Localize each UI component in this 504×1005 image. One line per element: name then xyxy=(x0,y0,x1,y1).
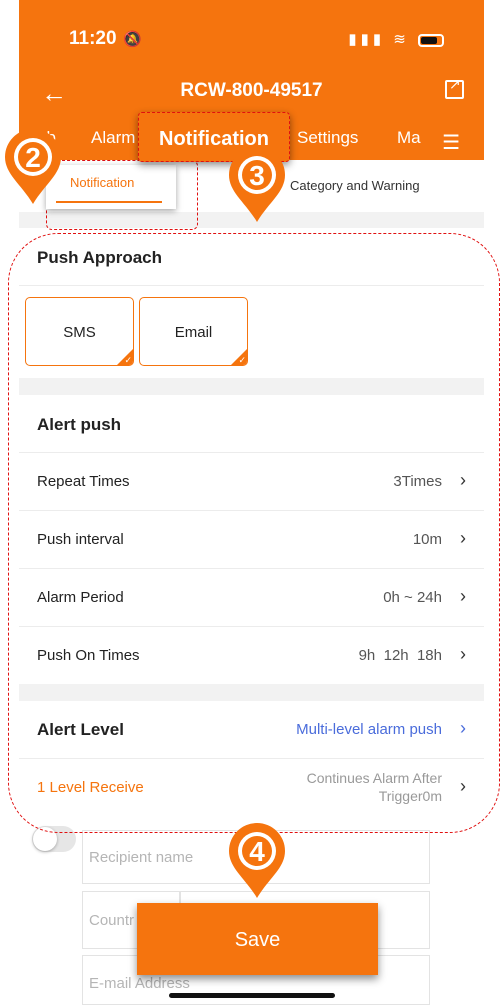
push-on-times-row[interactable]: Push On Times 9h 12h 18h › xyxy=(19,627,484,684)
level-receive-label: 1 Level Receive xyxy=(37,779,144,796)
repeat-times-value: 3Times xyxy=(393,473,442,490)
section-gap xyxy=(19,684,484,701)
alarm-period-value: 0h ~ 24h xyxy=(383,589,442,606)
step-marker-2: 2 xyxy=(3,128,63,206)
multi-level-alarm-link[interactable]: Multi-level alarm push xyxy=(296,721,442,738)
step-marker-3: 3 xyxy=(227,146,287,224)
mute-bell-icon: 🔕 xyxy=(123,31,142,48)
sms-option-label: SMS xyxy=(63,324,96,341)
chevron-right-icon: › xyxy=(460,776,466,796)
tab-settings[interactable]: Settings xyxy=(297,128,358,148)
level-receive-value: Continues Alarm After Trigger0m xyxy=(306,770,442,804)
check-icon: ✓ xyxy=(124,355,132,365)
step-marker-3-label: 3 xyxy=(249,160,265,191)
push-approach-title: Push Approach xyxy=(37,248,162,267)
share-icon[interactable] xyxy=(445,76,464,99)
step-marker-4-label: 4 xyxy=(249,836,265,867)
step-marker-2-label: 2 xyxy=(25,142,41,173)
alarm-period-label: Alarm Period xyxy=(37,589,124,606)
chevron-right-icon: › xyxy=(460,528,466,548)
home-indicator xyxy=(169,993,335,998)
signal-wifi-battery-icons: ▮▮▮ ≋ xyxy=(348,30,444,48)
save-button[interactable]: Save xyxy=(137,903,378,975)
chevron-right-icon: › xyxy=(460,586,466,606)
sms-option-button[interactable]: SMS ✓ xyxy=(25,297,134,366)
email-option-button[interactable]: Email ✓ xyxy=(139,297,248,366)
chevron-right-icon: › xyxy=(460,718,466,738)
step-marker-4: 4 xyxy=(227,822,287,900)
email-option-label: Email xyxy=(174,324,213,341)
alert-push-title: Alert push xyxy=(37,415,122,434)
subtab-category-warning[interactable]: Category and Warning xyxy=(290,178,420,193)
push-on-times-label: Push On Times xyxy=(37,647,140,664)
page-title: RCW-800-49517 xyxy=(180,80,323,101)
receive-toggle[interactable] xyxy=(32,826,76,852)
divider xyxy=(19,285,484,286)
alert-level-title: Alert Level xyxy=(37,720,124,739)
push-interval-value: 10m xyxy=(412,531,442,548)
subtab-notification[interactable]: Notification xyxy=(46,165,176,209)
repeat-times-label: Repeat Times xyxy=(37,473,130,490)
repeat-times-row[interactable]: Repeat Times 3Times › xyxy=(19,453,484,510)
status-bar: 11:20 🔕 ▮▮▮ ≋ xyxy=(19,0,484,75)
push-interval-label: Push interval xyxy=(37,531,124,548)
chevron-right-icon: › xyxy=(460,470,466,490)
menu-icon[interactable]: ☰ xyxy=(442,130,460,155)
push-interval-row[interactable]: Push interval 10m › xyxy=(19,511,484,568)
check-icon: ✓ xyxy=(238,355,246,365)
tab-more[interactable]: Ma xyxy=(397,128,421,148)
tab-alarm[interactable]: Alarm xyxy=(91,128,135,148)
alert-level-row[interactable]: Alert Level Multi-level alarm push › xyxy=(19,701,484,758)
level-receive-row[interactable]: 1 Level Receive Continues Alarm After Tr… xyxy=(19,759,484,817)
chevron-right-icon: › xyxy=(460,644,466,664)
section-gap xyxy=(19,378,484,395)
push-on-times-value: 9h 12h 18h xyxy=(358,647,442,664)
alarm-period-row[interactable]: Alarm Period 0h ~ 24h › xyxy=(19,569,484,626)
battery-icon xyxy=(418,33,444,47)
status-time: 11:20 xyxy=(69,28,117,49)
